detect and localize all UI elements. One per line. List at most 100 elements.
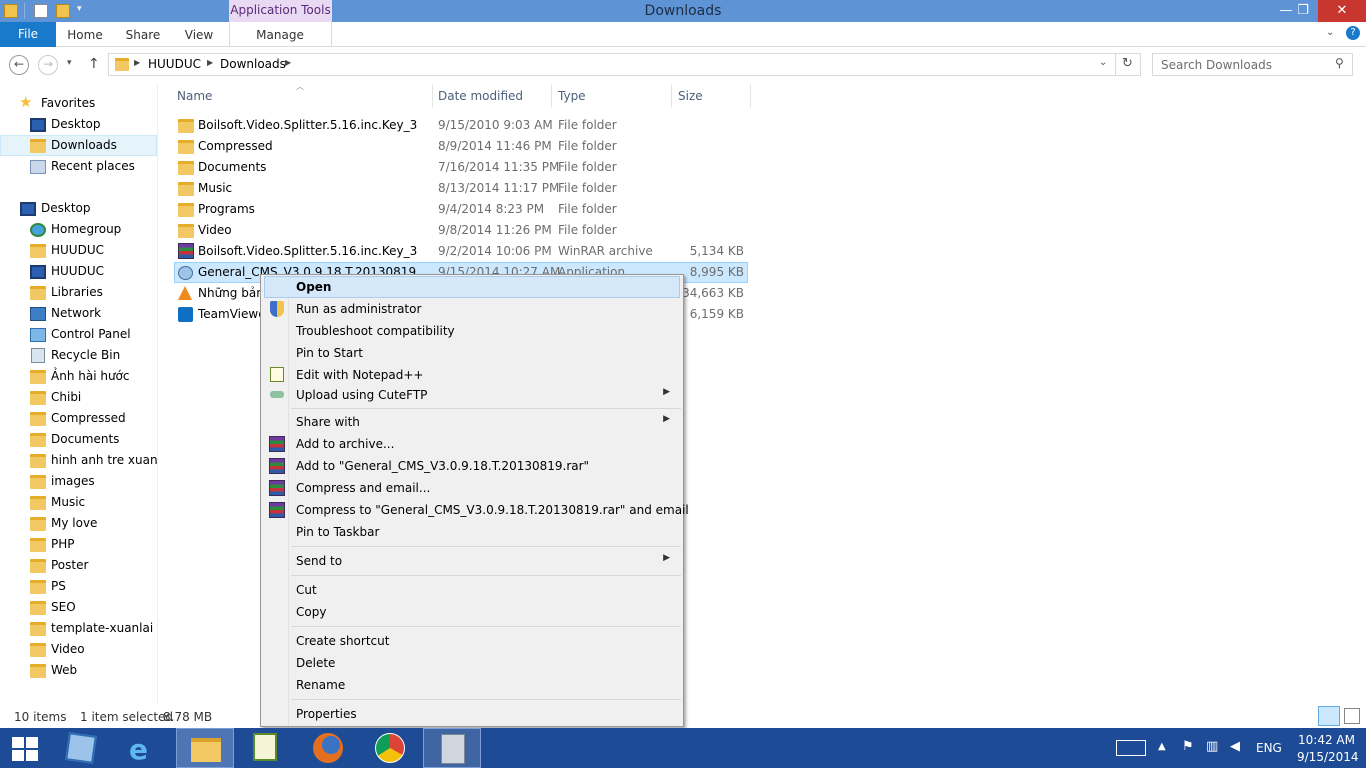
action-center-icon[interactable]: ⚑	[1182, 739, 1194, 754]
nav-huuduc-user[interactable]: HUUDUC	[0, 240, 157, 261]
nav-folder-anh-hai-huoc[interactable]: Ảnh hài hước	[0, 366, 157, 387]
refresh-icon[interactable]: ↻	[1122, 56, 1133, 71]
file-row[interactable]: Music 8/13/2014 11:17 PM File folder	[174, 178, 748, 199]
nav-folder-video[interactable]: Video	[0, 639, 157, 660]
nav-folder-images[interactable]: images	[0, 471, 157, 492]
tab-file[interactable]: File	[0, 22, 56, 47]
column-header-date[interactable]: Date modified	[438, 89, 548, 109]
menu-item-rename[interactable]: Rename	[264, 674, 680, 696]
taskbar-app-chrome[interactable]	[361, 728, 419, 768]
file-row[interactable]: Video 9/8/2014 11:26 PM File folder	[174, 220, 748, 241]
address-dropdown-icon[interactable]: ⌄	[1099, 57, 1107, 68]
menu-item-add-to-archive[interactable]: Add to archive...	[264, 433, 680, 455]
help-icon[interactable]: ?	[1346, 26, 1360, 40]
tab-manage[interactable]: Manage	[250, 22, 310, 47]
nav-folder-web[interactable]: Web	[0, 660, 157, 681]
address-bar[interactable]: ▶ HUUDUC ▶ Downloads ▶ ⌄ ↻	[108, 53, 1141, 76]
search-icon[interactable]: ⚲	[1335, 56, 1344, 70]
nav-recycle-bin[interactable]: Recycle Bin	[0, 345, 157, 366]
taskbar-app-firefox[interactable]	[299, 728, 357, 768]
search-box[interactable]: Search Downloads ⚲	[1152, 53, 1353, 76]
nav-libraries[interactable]: Libraries	[0, 282, 157, 303]
menu-item-send-to[interactable]: Send to ▶	[264, 550, 680, 572]
menu-item-copy[interactable]: Copy	[264, 601, 680, 623]
menu-item-pin-to-taskbar[interactable]: Pin to Taskbar	[264, 521, 680, 543]
nav-folder-chibi[interactable]: Chibi	[0, 387, 157, 408]
nav-favorites[interactable]: ★ Favorites	[0, 93, 157, 114]
file-row[interactable]: Boilsoft.Video.Splitter.5.16.inc.Key_3 9…	[174, 115, 748, 136]
column-separator[interactable]	[432, 84, 433, 108]
show-hidden-icons-icon[interactable]: ▲	[1158, 741, 1166, 752]
nav-fav-recent-places[interactable]: Recent places	[0, 156, 157, 177]
up-button[interactable]: ↑	[88, 56, 100, 72]
new-folder-quick-icon[interactable]	[56, 4, 70, 18]
explorer-icon[interactable]	[4, 4, 18, 18]
menu-item-open[interactable]: Open	[264, 276, 680, 298]
taskbar-app-ie[interactable]: e	[114, 728, 172, 768]
menu-item-add-to-rar[interactable]: Add to "General_CMS_V3.0.9.18.T.20130819…	[264, 455, 680, 477]
menu-item-edit-notepadpp[interactable]: Edit with Notepad++	[264, 364, 680, 386]
nav-desktop[interactable]: Desktop	[0, 198, 157, 219]
menu-item-cut[interactable]: Cut	[264, 579, 680, 601]
file-row[interactable]: Programs 9/4/2014 8:23 PM File folder	[174, 199, 748, 220]
menu-item-create-shortcut[interactable]: Create shortcut	[264, 630, 680, 652]
column-separator[interactable]	[671, 84, 672, 108]
menu-item-compress-rar-email[interactable]: Compress to "General_CMS_V3.0.9.18.T.201…	[264, 499, 689, 521]
menu-item-pin-to-start[interactable]: Pin to Start	[264, 342, 680, 364]
forward-button[interactable]: →	[38, 55, 58, 75]
customize-quick-access-icon[interactable]: ▾	[77, 4, 82, 14]
menu-item-troubleshoot[interactable]: Troubleshoot compatibility	[264, 320, 680, 342]
column-separator[interactable]	[750, 84, 751, 108]
menu-item-run-as-admin[interactable]: Run as administrator	[264, 298, 680, 320]
tab-share[interactable]: Share	[120, 22, 166, 47]
clock-time[interactable]: 10:42 AM	[1298, 733, 1355, 747]
column-header-name[interactable]: Name	[177, 89, 427, 109]
nav-folder-my-love[interactable]: My love	[0, 513, 157, 534]
menu-item-compress-email[interactable]: Compress and email...	[264, 477, 680, 499]
ribbon-expand-icon[interactable]: ⌄	[1326, 27, 1334, 38]
nav-network[interactable]: Network	[0, 303, 157, 324]
menu-item-share-with[interactable]: Share with ▶	[264, 411, 680, 433]
tab-view[interactable]: View	[178, 22, 220, 47]
start-button[interactable]	[12, 737, 38, 761]
nav-folder-poster[interactable]: Poster	[0, 555, 157, 576]
nav-folder-documents[interactable]: Documents	[0, 429, 157, 450]
nav-fav-downloads[interactable]: Downloads	[0, 135, 157, 156]
column-separator[interactable]	[551, 84, 552, 108]
breadcrumb-huuduc[interactable]: HUUDUC	[148, 57, 201, 71]
column-header-size[interactable]: Size	[678, 89, 748, 109]
tab-home[interactable]: Home	[62, 22, 108, 47]
nav-folder-compressed[interactable]: Compressed	[0, 408, 157, 429]
file-row[interactable]: Documents 7/16/2014 11:35 PM File folder	[174, 157, 748, 178]
file-row[interactable]: Boilsoft.Video.Splitter.5.16.inc.Key_3 9…	[174, 241, 748, 262]
nav-homegroup[interactable]: Homegroup	[0, 219, 157, 240]
nav-folder-seo[interactable]: SEO	[0, 597, 157, 618]
nav-fav-desktop[interactable]: Desktop	[0, 114, 157, 135]
breadcrumb-downloads[interactable]: Downloads	[220, 57, 286, 71]
touch-keyboard-icon[interactable]	[1116, 740, 1146, 756]
nav-folder-hinh-anh[interactable]: hinh anh tre xuan lai	[0, 450, 157, 471]
properties-quick-icon[interactable]	[34, 4, 48, 18]
column-header-type[interactable]: Type	[558, 89, 668, 109]
taskbar-app-explorer[interactable]	[176, 728, 234, 768]
clock-date[interactable]: 9/15/2014	[1297, 750, 1359, 764]
language-indicator[interactable]: ENG	[1256, 741, 1282, 755]
nav-folder-template-xuanlai[interactable]: template-xuanlai	[0, 618, 157, 639]
recent-locations-icon[interactable]: ▾	[67, 58, 72, 68]
volume-icon[interactable]: ◀	[1230, 739, 1240, 754]
nav-folder-ps[interactable]: PS	[0, 576, 157, 597]
close-button[interactable]: ✕	[1318, 0, 1366, 22]
taskbar-app-installer[interactable]	[423, 728, 481, 768]
file-row[interactable]: Compressed 8/9/2014 11:46 PM File folder	[174, 136, 748, 157]
nav-control-panel[interactable]: Control Panel	[0, 324, 157, 345]
back-button[interactable]: ←	[9, 55, 29, 75]
network-status-icon[interactable]: ▥	[1206, 739, 1218, 754]
menu-item-delete[interactable]: Delete	[264, 652, 680, 674]
taskbar-app-notepadpp[interactable]	[237, 728, 295, 768]
nav-huuduc-pc[interactable]: HUUDUC	[0, 261, 157, 282]
nav-folder-php[interactable]: PHP	[0, 534, 157, 555]
details-view-icon[interactable]	[1318, 706, 1340, 726]
nav-folder-music[interactable]: Music	[0, 492, 157, 513]
taskbar-app-virtualbox[interactable]	[51, 728, 109, 768]
large-icons-view-icon[interactable]	[1344, 708, 1360, 724]
